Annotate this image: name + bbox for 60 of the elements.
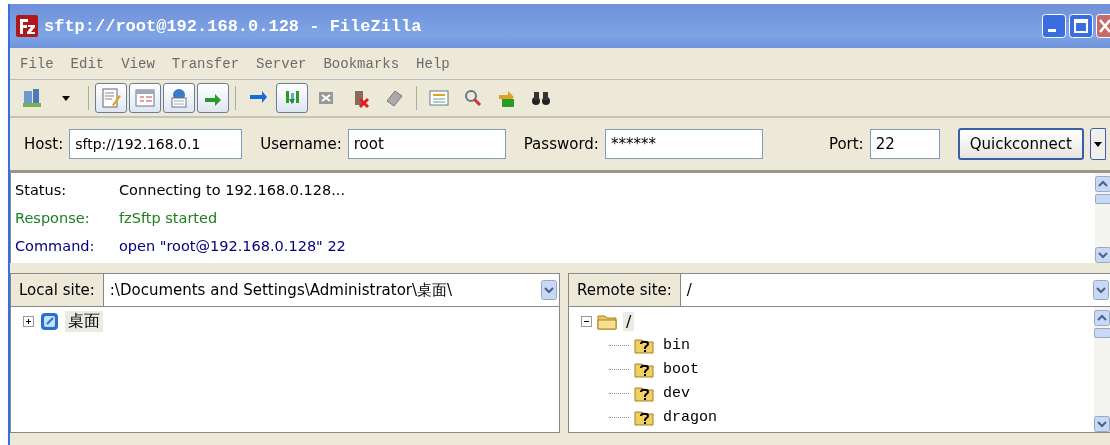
scroll-down-icon[interactable] bbox=[1094, 416, 1110, 432]
tree-item[interactable]: dev bbox=[660, 384, 693, 402]
caret-icon bbox=[62, 95, 70, 101]
menu-item[interactable]: Server bbox=[256, 55, 307, 72]
path-field[interactable]: :\Documents and Settings\Administrator\桌面\ bbox=[103, 280, 541, 300]
dropdown-button[interactable] bbox=[1089, 128, 1106, 160]
minimize-button[interactable] bbox=[1042, 14, 1066, 38]
scroll-thumb[interactable] bbox=[1095, 194, 1110, 204]
site-label: Local site: bbox=[11, 274, 104, 306]
site-label: Remote site: bbox=[569, 274, 681, 306]
window-title: sftp://root@192.168.0.128 - FileZilla bbox=[44, 16, 423, 36]
scroll-up-icon[interactable] bbox=[1095, 176, 1110, 192]
log-message: fzSftp started bbox=[119, 210, 218, 226]
log-message: Connecting to 192.168.0.128... bbox=[119, 182, 346, 198]
menu-item[interactable]: File bbox=[20, 55, 54, 72]
server-icon bbox=[21, 87, 43, 109]
log-label: Command: bbox=[15, 238, 96, 254]
log-message: open "root@192.168.0.128" 22 bbox=[119, 238, 346, 254]
notepad-icon bbox=[100, 87, 122, 109]
scroll-thumb[interactable] bbox=[1094, 328, 1110, 338]
search-icon bbox=[462, 87, 484, 109]
password-field[interactable]: ****** bbox=[604, 129, 763, 159]
panels-icon bbox=[134, 87, 156, 109]
field-label: Password: bbox=[523, 135, 599, 153]
scroll-down-icon[interactable] bbox=[1095, 247, 1110, 263]
field-label: Username: bbox=[260, 135, 342, 153]
dropdown-icon[interactable] bbox=[1093, 280, 1109, 300]
menu-item[interactable]: Edit bbox=[70, 55, 105, 72]
tree-item[interactable]: dragon bbox=[660, 408, 720, 426]
tree-item[interactable]: / bbox=[623, 311, 635, 331]
menu-item[interactable]: Transfer bbox=[171, 55, 240, 72]
tree-item[interactable]: boot bbox=[660, 360, 702, 378]
path-field[interactable]: / bbox=[680, 281, 1093, 299]
desktop-icon bbox=[39, 310, 60, 332]
maximize-button[interactable] bbox=[1069, 14, 1093, 38]
field-label: Host: bbox=[24, 135, 64, 153]
dropdown-icon[interactable] bbox=[541, 280, 557, 300]
host-field[interactable]: sftp://192.168.0.1 bbox=[69, 129, 243, 159]
list-icon bbox=[428, 87, 450, 109]
app-icon bbox=[16, 15, 38, 37]
scroll-up-icon[interactable] bbox=[1094, 310, 1110, 326]
port-field[interactable]: 22 bbox=[869, 129, 940, 159]
collapse-icon[interactable] bbox=[581, 315, 592, 327]
quickconnect-button[interactable]: Quickconnect bbox=[957, 128, 1084, 160]
username-field[interactable]: root bbox=[347, 129, 506, 159]
menu-item[interactable]: Bookmarks bbox=[323, 55, 400, 72]
log-label: Status: bbox=[15, 182, 68, 198]
path-text: / bbox=[686, 281, 692, 299]
expand-icon[interactable] bbox=[23, 315, 34, 327]
tree-item[interactable]: 桌面 bbox=[65, 310, 103, 332]
log-label: Response: bbox=[15, 210, 91, 226]
scrollbar[interactable] bbox=[1095, 173, 1110, 263]
scrollbar[interactable] bbox=[1094, 307, 1110, 432]
field-label: Port: bbox=[828, 135, 864, 153]
menu-item[interactable]: View bbox=[121, 55, 155, 72]
tree-item[interactable]: bin bbox=[660, 336, 693, 354]
close-button[interactable] bbox=[1096, 14, 1110, 38]
path-text: :\Documents and Settings\Administrator\桌面\ bbox=[109, 280, 453, 299]
caret-icon bbox=[1092, 140, 1103, 148]
menu-item[interactable]: Help bbox=[416, 55, 450, 72]
